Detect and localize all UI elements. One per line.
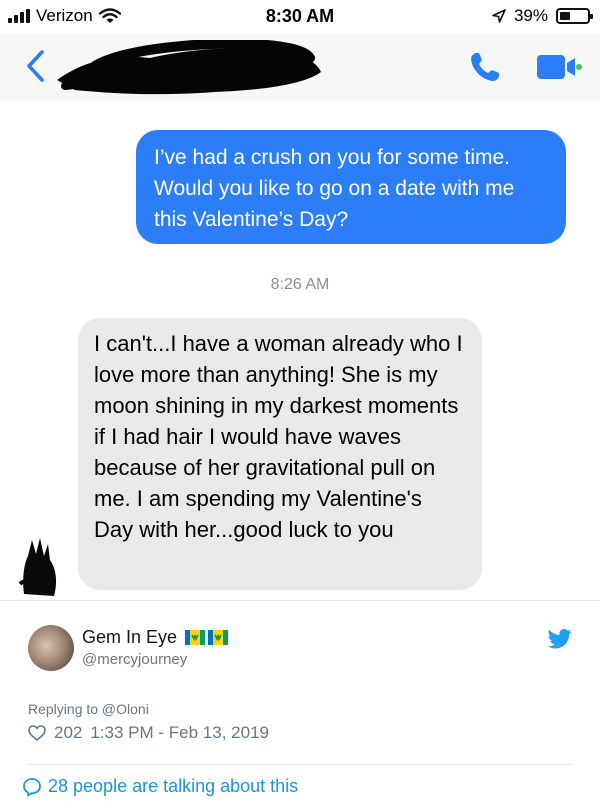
sent-message-bubble: I’ve had a crush on you for some time. W… bbox=[136, 130, 566, 244]
message-timestamp: 8:26 AM bbox=[270, 276, 330, 293]
received-message-bubble: I can't...I have a woman already who I l… bbox=[78, 318, 482, 590]
tweet-card: Gem In Eye @mercyjourney Replying to @Ol… bbox=[0, 600, 600, 807]
twitter-bird-icon[interactable] bbox=[548, 629, 572, 649]
like-count[interactable]: 202 bbox=[54, 723, 82, 743]
flag-icon bbox=[185, 630, 206, 645]
heart-icon[interactable] bbox=[28, 725, 46, 741]
status-right: 39% bbox=[492, 6, 593, 26]
author-name[interactable]: Gem In Eye bbox=[82, 627, 177, 648]
flag-icon bbox=[208, 630, 229, 645]
author-name-row: Gem In Eye bbox=[82, 627, 229, 648]
battery-percent: 39% bbox=[513, 6, 548, 25]
talking-count-label[interactable]: 28 people are talking about this bbox=[48, 776, 298, 797]
battery-icon bbox=[556, 8, 593, 24]
back-chevron-icon[interactable] bbox=[24, 48, 46, 84]
divider bbox=[28, 764, 572, 765]
author-handle[interactable]: @mercyjourney bbox=[82, 651, 187, 668]
video-camera-icon[interactable] bbox=[536, 54, 582, 80]
location-arrow-icon bbox=[492, 9, 506, 23]
battery-fill bbox=[560, 12, 571, 20]
replying-to[interactable]: Replying to @Oloni bbox=[28, 701, 149, 717]
avatar[interactable] bbox=[28, 625, 74, 671]
redacted-avatar-icon bbox=[18, 538, 57, 596]
redacted-contact-name bbox=[57, 40, 321, 95]
phone-icon[interactable] bbox=[468, 50, 502, 84]
speech-bubble-icon bbox=[23, 777, 41, 796]
tweet-meta-row: 202 1:33 PM - Feb 13, 2019 bbox=[28, 723, 269, 743]
conversation-nav-bar bbox=[0, 34, 600, 100]
tweet-datetime[interactable]: 1:33 PM - Feb 13, 2019 bbox=[90, 723, 269, 743]
message-screenshot: Verizon 8:30 AM 39% I’ve had a crush on … bbox=[0, 0, 600, 600]
status-bar: Verizon 8:30 AM 39% bbox=[0, 0, 600, 34]
conversation-link[interactable]: 28 people are talking about this bbox=[22, 776, 298, 797]
flag-emojis bbox=[185, 630, 229, 645]
